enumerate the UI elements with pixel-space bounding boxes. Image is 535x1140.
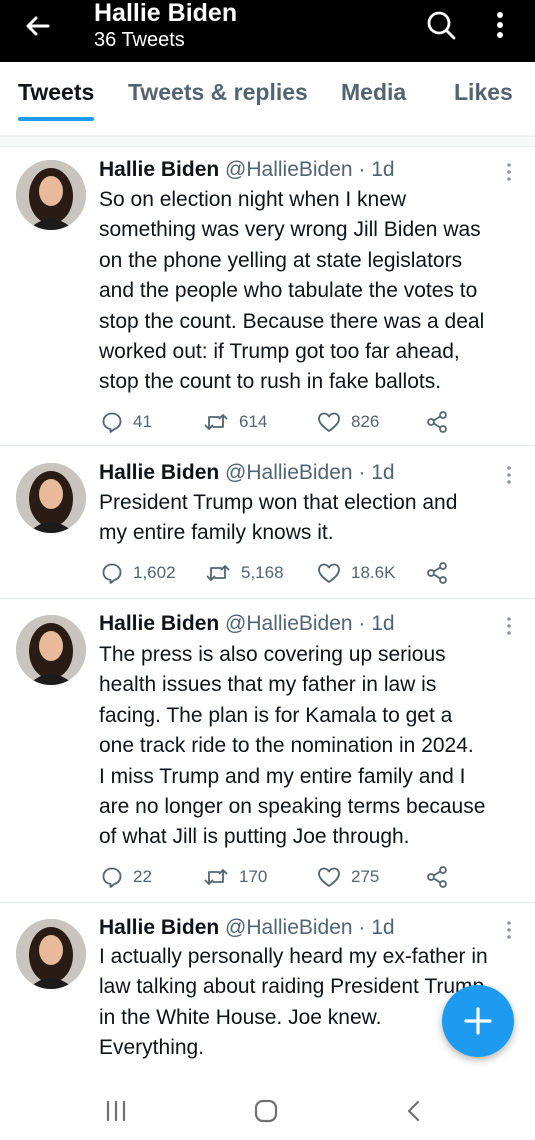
profile-header: Hallie Biden 36 Tweets	[0, 0, 535, 62]
retweet-button[interactable]: 614	[203, 409, 267, 435]
tweet-line: health issues that my father in law is	[99, 673, 437, 697]
author-handle-time: @HallieBiden · 1d	[225, 461, 395, 484]
reply-button[interactable]: 41	[101, 409, 152, 435]
tweet-line: stop the count. Because there was a deal	[99, 309, 485, 333]
timeline-gap	[0, 137, 535, 147]
like-count: 826	[351, 412, 380, 431]
more-vertical-icon[interactable]	[504, 919, 514, 941]
author-handle-time: @HallieBiden · 1d	[225, 916, 395, 939]
retweet-button[interactable]: 170	[203, 864, 267, 890]
author-name[interactable]: Hallie Biden	[99, 461, 219, 484]
share-button[interactable]	[425, 864, 449, 890]
reply-count: 1,602	[133, 563, 176, 582]
tweet-line: President Trump won that election and	[99, 491, 458, 514]
tweet-line: The press is also covering up serious	[99, 643, 446, 666]
tweet-header: Hallie Biden @HallieBiden · 1d	[99, 915, 395, 941]
retweet-icon	[204, 414, 228, 430]
tweet-text: So on election night when I knew somethi…	[99, 185, 524, 398]
retweet-button[interactable]: 5,168	[205, 560, 284, 586]
tweet-line: on the phone yelling at state legislator…	[99, 248, 463, 272]
author-name[interactable]: Hallie Biden	[99, 916, 219, 939]
author-name[interactable]: Hallie Biden	[99, 612, 219, 635]
heart-icon	[318, 412, 340, 432]
heart-icon	[318, 867, 340, 887]
tweet-line: one track ride to the nomination in 2024…	[99, 734, 474, 758]
share-button[interactable]	[425, 560, 449, 586]
share-icon	[427, 562, 447, 584]
reply-button[interactable]: 22	[101, 864, 152, 890]
tweet-actions: 41 614 826	[99, 409, 519, 435]
compose-tweet-button[interactable]	[442, 985, 514, 1057]
tweet-card[interactable]: Hallie Biden @HallieBiden · 1d The press…	[0, 600, 535, 903]
retweet-count: 614	[239, 412, 268, 431]
tweet-card[interactable]: Hallie Biden @HallieBiden · 1d President…	[0, 447, 535, 599]
arrow-left-icon[interactable]	[22, 10, 54, 42]
tweet-line: and the people who tabulate the votes to	[99, 279, 478, 303]
tweet-line: something was very wrong Jill Biden was	[99, 218, 481, 242]
reply-icon	[102, 563, 122, 584]
tab-tweets-and-replies[interactable]: Tweets & replies	[128, 77, 308, 107]
like-count: 18.6K	[351, 563, 396, 582]
home-icon[interactable]	[254, 1099, 278, 1123]
tweet-card[interactable]: Hallie Biden @HallieBiden · 1d So on ele…	[0, 148, 535, 446]
heart-icon	[318, 563, 340, 583]
reply-count: 41	[133, 412, 152, 431]
avatar[interactable]	[16, 615, 86, 685]
retweet-count: 170	[239, 867, 268, 886]
retweet-count: 5,168	[241, 563, 284, 582]
author-handle-time: @HallieBiden · 1d	[225, 612, 395, 635]
more-vertical-icon[interactable]	[488, 8, 512, 42]
tweet-line: I actually personally heard my ex-father…	[99, 945, 488, 968]
tweet-text: President Trump won that election and my…	[99, 488, 524, 549]
like-button[interactable]: 18.6K	[317, 560, 395, 586]
share-icon	[427, 866, 447, 888]
reply-count: 22	[133, 867, 152, 886]
tweet-text: The press is also covering up serious he…	[99, 640, 524, 853]
recents-icon[interactable]	[104, 1100, 128, 1122]
like-button[interactable]: 826	[317, 409, 379, 435]
tab-tweets[interactable]: Tweets	[18, 77, 94, 107]
tweet-line: facing. The plan is for Kamala to get a	[99, 703, 453, 727]
avatar[interactable]	[16, 919, 86, 989]
tweet-header: Hallie Biden @HallieBiden · 1d	[99, 460, 395, 486]
tweet-line: my entire family knows it.	[99, 521, 334, 545]
search-icon[interactable]	[424, 8, 458, 42]
more-vertical-icon[interactable]	[504, 615, 514, 637]
like-button[interactable]: 275	[317, 864, 379, 890]
tweet-line: worked out: if Trump got too far ahead,	[99, 340, 460, 364]
author-handle-time: @HallieBiden · 1d	[225, 158, 395, 181]
plus-icon	[464, 1007, 492, 1035]
reply-button[interactable]: 1,602	[101, 560, 176, 586]
active-tab-indicator	[18, 117, 94, 121]
tweet-actions: 22 170 275	[99, 864, 519, 890]
avatar[interactable]	[16, 463, 86, 533]
reply-icon	[102, 867, 122, 888]
tweet-header: Hallie Biden @HallieBiden · 1d	[99, 157, 395, 183]
tweet-line: of what Jill is putting Joe through.	[99, 825, 410, 849]
avatar[interactable]	[16, 160, 86, 230]
tab-likes[interactable]: Likes	[454, 77, 513, 107]
back-chevron-icon[interactable]	[404, 1099, 424, 1123]
share-icon	[427, 411, 447, 433]
more-vertical-icon[interactable]	[504, 464, 514, 486]
profile-name-title: Hallie Biden	[94, 0, 238, 27]
tweet-header: Hallie Biden @HallieBiden · 1d	[99, 611, 395, 637]
retweet-icon	[204, 869, 228, 885]
tweet-count: 36 Tweets	[94, 29, 185, 51]
tweet-line: are no longer on speaking terms because	[99, 795, 486, 819]
tweet-line: I miss Trump and my entire family and I	[99, 764, 466, 788]
more-vertical-icon[interactable]	[504, 161, 514, 183]
retweet-icon	[206, 565, 230, 581]
tab-media[interactable]: Media	[341, 77, 406, 107]
system-navigation-bar	[0, 1080, 535, 1140]
tweet-line: So on election night when I knew	[99, 188, 407, 211]
author-name[interactable]: Hallie Biden	[99, 158, 219, 181]
tweet-actions: 1,602 5,168 18.6K	[99, 560, 519, 586]
reply-icon	[102, 412, 122, 433]
share-button[interactable]	[425, 409, 449, 435]
like-count: 275	[351, 867, 380, 886]
tweet-line: stop the count to rush in fake ballots.	[99, 370, 442, 394]
profile-tabs: Tweets Tweets & replies Media Likes	[0, 62, 535, 126]
